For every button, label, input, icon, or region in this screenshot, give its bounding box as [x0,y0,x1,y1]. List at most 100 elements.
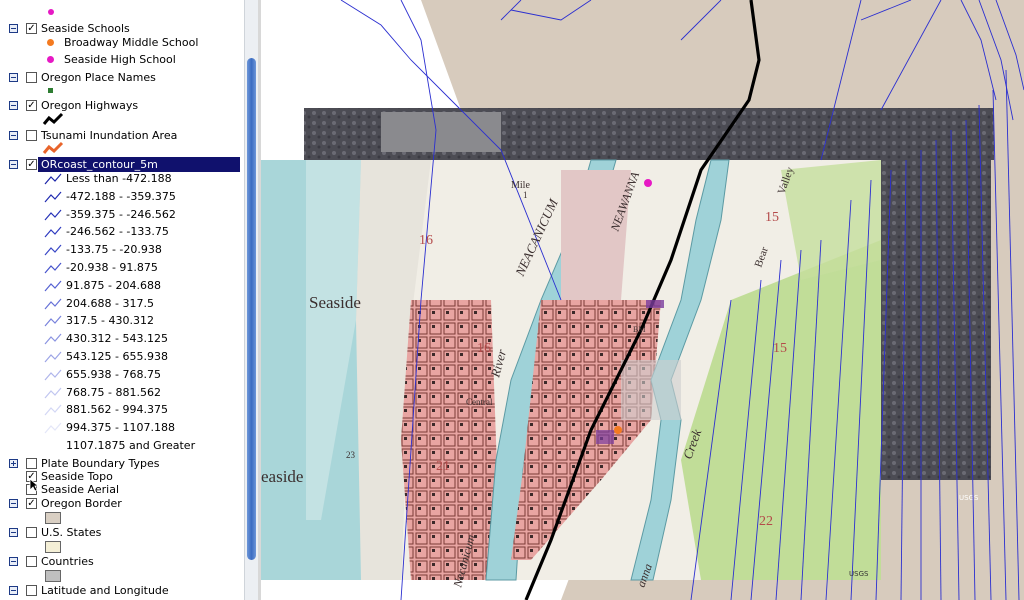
layer-checkbox[interactable] [26,527,37,538]
legend-label: 1107.1875 and Greater [66,439,196,452]
collapse-icon[interactable] [9,131,18,140]
legend-class: -359.375 - -246.562 [0,207,244,222]
legend-label: 91.875 - 204.688 [66,278,161,292]
expand-icon[interactable] [9,459,18,468]
collapse-icon[interactable] [9,160,18,169]
line-symbol-icon [42,141,64,154]
vertical-scrollbar[interactable] [244,0,259,600]
contour-line-icon [44,173,62,185]
layer-checkbox[interactable] [26,585,37,596]
line-symbol-icon [42,112,64,125]
collapse-icon[interactable] [9,528,18,537]
legend-label: -472.188 - -359.375 [66,189,176,203]
legend-class: 91.875 - 204.688 [0,278,244,293]
map-label-mile-number: 1 [523,190,528,200]
contour-line-icon [44,316,62,327]
legend-label: Seaside High School [64,53,176,66]
contour-line-icon [44,244,62,256]
map-label-bm: BM [633,325,645,334]
layer-label-selected[interactable]: ORcoast_contour_5m [38,157,240,172]
usgs-credit: USGS [849,570,869,578]
legend-class: -472.188 - -359.375 [0,189,244,204]
legend-label: -359.375 - -246.562 [66,207,176,221]
legend-class: -133.75 - -20.938 [0,242,244,257]
contour-line-icon [44,405,62,416]
collapse-icon[interactable] [9,73,18,82]
layer-label: Latitude and Longitude [41,584,169,597]
map-label-16b: 16 [477,341,491,356]
legend-label: 994.375 - 1107.188 [66,421,175,435]
collapse-icon[interactable] [9,499,18,508]
layer-checkbox[interactable]: ✓ [26,100,37,111]
scrollbar-thumb[interactable] [247,58,256,560]
collapse-icon[interactable] [9,557,18,566]
contour-line-icon [44,387,62,398]
point-symbol [47,39,54,46]
legend-label: 655.938 - 768.75 [66,367,161,381]
map-canvas[interactable]: USGS Seaside easide NEACANICUM NEAWANNA … [261,0,1024,600]
legend-label: 430.312 - 543.125 [66,332,168,346]
legend-label: 204.688 - 317.5 [66,296,154,310]
contour-line-icon [44,262,62,274]
layer-seaside-schools[interactable]: ✓ Seaside Schools [0,21,244,36]
layer-checkbox[interactable]: ✓ [26,498,37,509]
map-label-seaside-west: easide [261,467,303,486]
map-label-seaside: Seaside [309,293,361,312]
legend-class: 1107.1875 and Greater [0,438,244,453]
layer-place-names[interactable]: Oregon Place Names [0,70,244,85]
collapse-icon[interactable] [9,586,18,595]
contour-line-icon [44,422,62,434]
legend-label: Broadway Middle School [64,36,199,49]
map-view[interactable]: USGS Seaside easide NEACANICUM NEAWANNA … [261,0,1024,600]
layer-label: Oregon Place Names [41,71,156,84]
contour-line-icon [44,333,62,345]
layer-checkbox[interactable] [26,458,37,469]
layer-checkbox[interactable]: ✓ [26,23,37,34]
legend-class: 655.938 - 768.75 [0,367,244,382]
point-symbol [47,56,54,63]
layer-countries[interactable]: Countries [0,554,244,569]
broadway-middle-school-point[interactable] [614,426,622,434]
map-label-22: 22 [759,514,773,529]
legend-class: -246.562 - -133.75 [0,224,244,239]
layer-label: Oregon Highways [41,99,139,112]
layer-checkbox[interactable] [26,72,37,83]
legend-label: Less than -472.188 [66,172,172,185]
map-label-23: 23 [346,450,356,460]
layer-label: Countries [41,555,94,568]
layer-tsunami[interactable]: Tsunami Inundation Area [0,128,244,143]
layer-checkbox[interactable] [26,130,37,141]
seaside-high-school-point[interactable] [644,179,652,187]
legend-label: 768.75 - 881.562 [66,385,161,399]
fill-swatch [45,541,61,553]
legend-label: 317.5 - 430.312 [66,314,154,328]
collapse-icon[interactable] [9,24,18,33]
collapse-icon[interactable] [9,101,18,110]
layer-contour[interactable]: ✓ ORcoast_contour_5m [0,157,244,172]
contour-line-icon [44,209,62,220]
fill-swatch [45,512,61,524]
legend-label: 543.125 - 655.938 [66,350,168,363]
layer-checkbox[interactable] [26,556,37,567]
school-building [596,430,614,444]
legend-class: 768.75 - 881.562 [0,385,244,400]
map-label-16: 16 [419,233,433,248]
legend-class: 204.688 - 317.5 [0,296,244,311]
legend-label: -246.562 - -133.75 [66,225,169,239]
contour-line-icon [44,227,62,238]
layer-checkbox[interactable]: ✓ [26,159,37,170]
map-label-15: 15 [765,210,779,225]
legend-class: 543.125 - 655.938 [0,349,244,364]
layer-us-states[interactable]: U.S. States [0,525,244,540]
square-symbol [48,88,53,93]
layer-highways[interactable]: ✓ Oregon Highways [0,98,244,113]
mouse-cursor-icon [29,478,39,492]
layer-oregon-border[interactable]: ✓ Oregon Border [0,496,244,511]
layer-label: U.S. States [41,526,102,539]
contour-line-icon [44,280,62,292]
point-symbol [48,9,54,15]
map-label-central: Central [466,397,493,407]
layer-lat-long[interactable]: Latitude and Longitude [0,583,244,598]
legend-class: 430.312 - 543.125 [0,331,244,346]
legend-class: 881.562 - 994.375 [0,402,244,417]
